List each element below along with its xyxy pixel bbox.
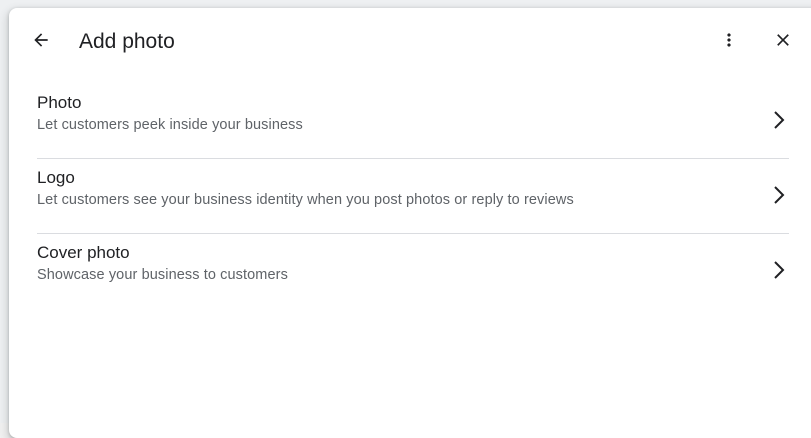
list-item-logo[interactable]: Logo Let customers see your business ide… — [37, 158, 789, 233]
item-title: Logo — [37, 168, 75, 187]
list-item-photo[interactable]: Photo Let customers peek inside your bus… — [37, 84, 789, 158]
item-title: Cover photo — [37, 243, 130, 262]
list-item-cover-photo[interactable]: Cover photo Showcase your business to cu… — [37, 233, 789, 308]
photo-type-list: Photo Let customers peek inside your bus… — [37, 84, 789, 308]
more-vert-icon — [719, 30, 739, 55]
item-subtitle: Let customers peek inside your business — [37, 117, 303, 133]
item-subtitle: Let customers see your business identity… — [37, 192, 574, 208]
chevron-right-icon — [769, 181, 789, 209]
add-photo-dialog: Add photo Photo Let customers peek insid… — [9, 8, 811, 438]
item-subtitle: Showcase your business to customers — [37, 267, 288, 283]
back-button[interactable] — [23, 24, 59, 60]
close-icon — [773, 30, 793, 55]
dialog-header: Add photo — [9, 8, 811, 76]
more-options-button[interactable] — [711, 24, 747, 60]
arrow-back-icon — [31, 30, 51, 55]
close-button[interactable] — [765, 24, 801, 60]
chevron-right-icon — [769, 256, 789, 284]
dialog-title: Add photo — [79, 30, 175, 53]
item-title: Photo — [37, 93, 82, 112]
chevron-right-icon — [769, 106, 789, 134]
